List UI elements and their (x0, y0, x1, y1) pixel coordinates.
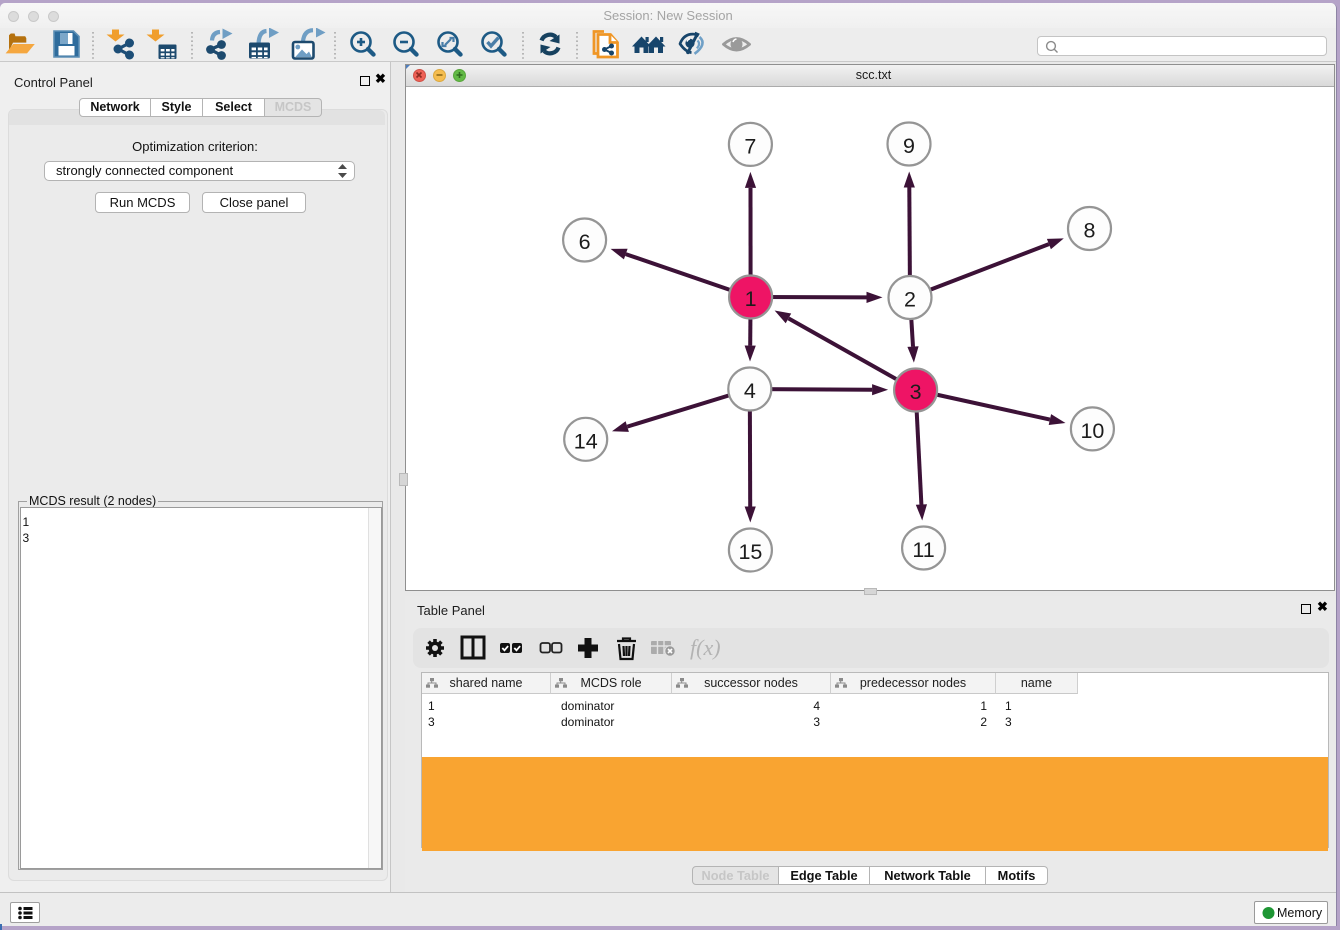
svg-text:14: 14 (574, 430, 598, 454)
svg-text:2: 2 (904, 288, 916, 312)
svg-text:6: 6 (579, 230, 591, 254)
svg-text:15: 15 (738, 540, 762, 564)
svg-text:8: 8 (1084, 219, 1096, 243)
svg-text:7: 7 (744, 135, 756, 159)
svg-text:10: 10 (1080, 419, 1104, 443)
svg-text:3: 3 (910, 380, 922, 404)
svg-text:11: 11 (912, 538, 934, 562)
svg-text:9: 9 (903, 134, 915, 158)
svg-text:4: 4 (744, 379, 756, 403)
svg-text:f(x): f(x) (690, 635, 721, 660)
svg-text:1: 1 (745, 287, 757, 311)
